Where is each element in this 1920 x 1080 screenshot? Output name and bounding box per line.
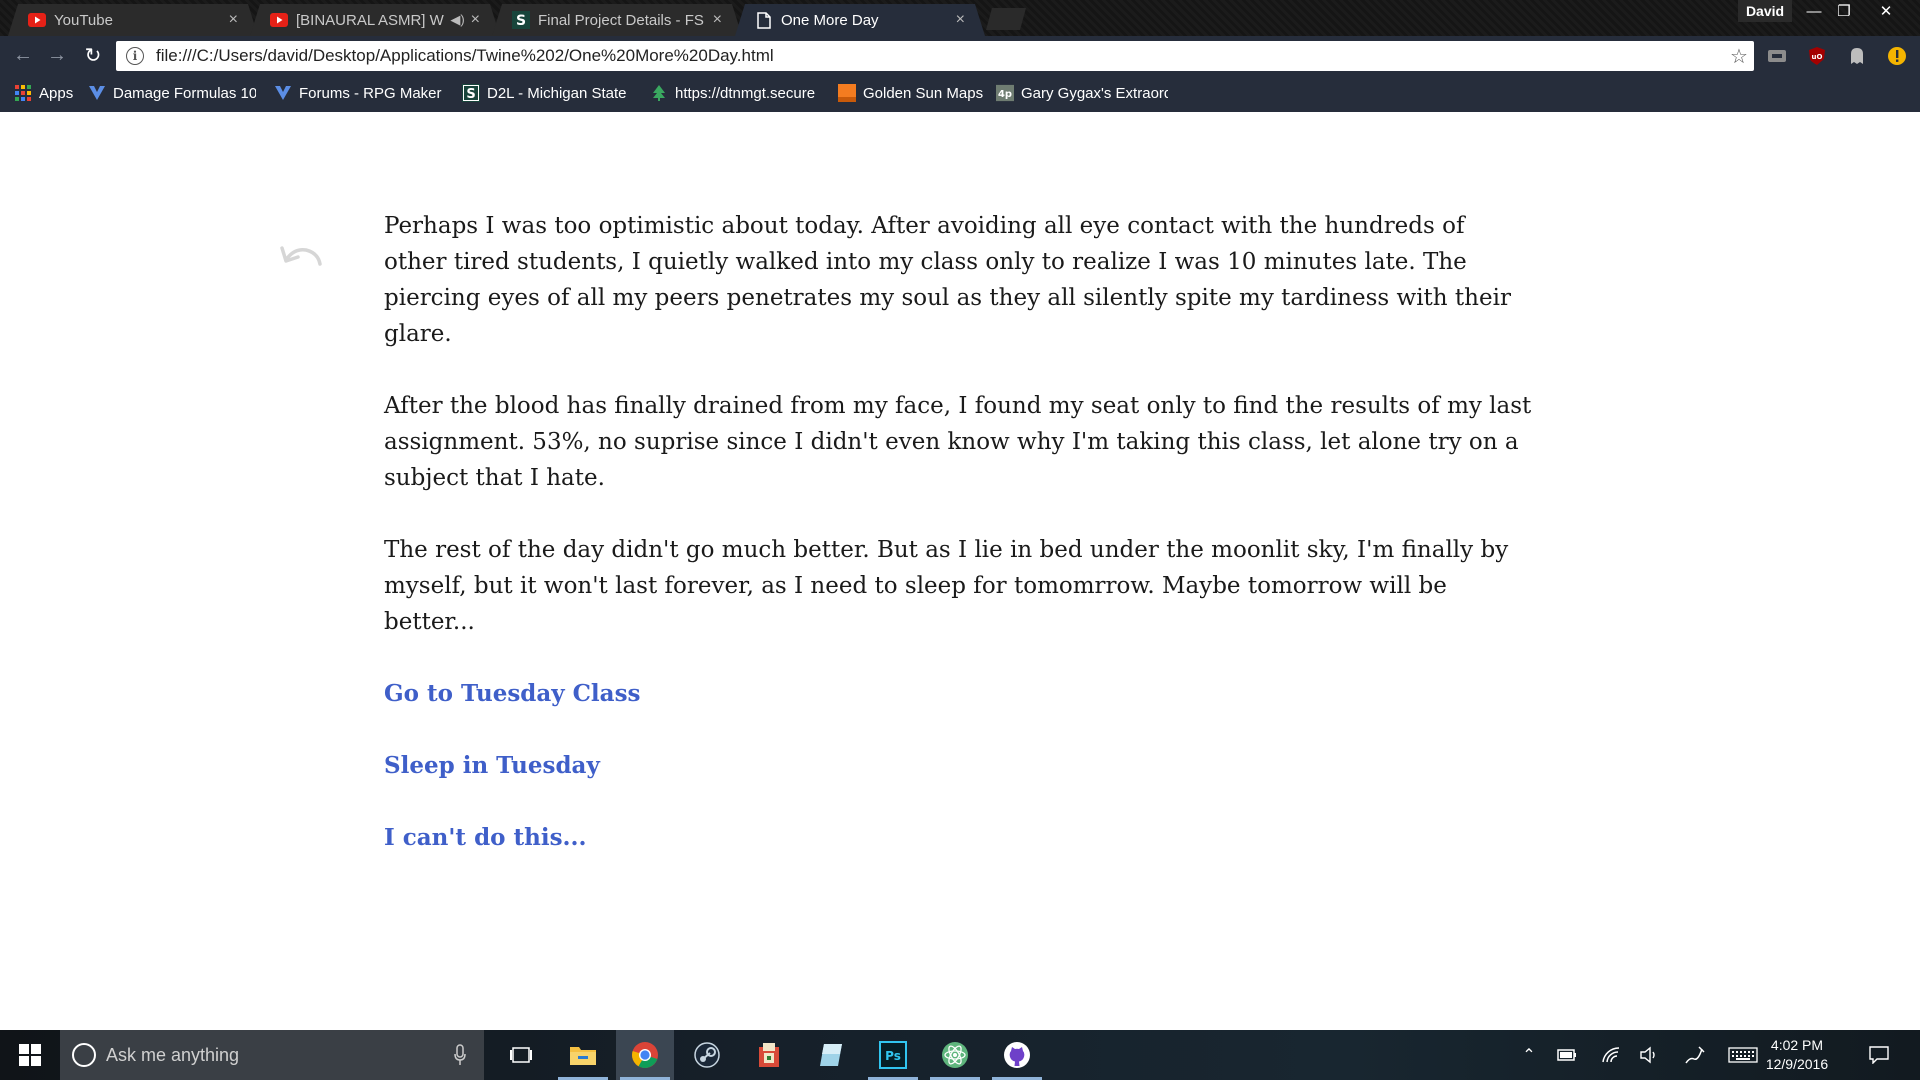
system-clock[interactable]: 4:02 PM 12/9/2016 [1760,1036,1834,1074]
passage-paragraph: After the blood has finally drained from… [384,393,1532,491]
bookmark-label: Forums - RPG Maker [299,84,442,102]
file-explorer-icon[interactable] [554,1030,612,1080]
restore-icon[interactable]: ❐ [1826,0,1862,22]
rpgmaker-icon [88,84,106,102]
volume-icon[interactable] [1638,1045,1660,1065]
bookmark-label: https://dtnmgt.secure [675,84,816,102]
atom-icon[interactable] [926,1030,984,1080]
microphone-icon[interactable] [454,1044,466,1066]
bookmark-gary-gygax[interactable]: 4p Gary Gygax's Extraord [996,74,1168,112]
alert-extension-icon[interactable] [1886,45,1908,67]
cortana-search-box[interactable]: Ask me anything [60,1030,484,1080]
action-center-icon[interactable] [1868,1045,1890,1065]
clock-time: 4:02 PM [1770,1037,1824,1053]
tab-close-icon[interactable]: × [956,11,965,29]
tab-final-project[interactable]: S Final Project Details - FS × [492,4,742,36]
choice-link-go-to-tuesday-class[interactable]: Go to Tuesday Class [384,676,640,712]
bookmark-d2l[interactable]: S D2L - Michigan State [462,74,630,112]
tab-title: One More Day [781,11,879,29]
address-url[interactable]: file:///C:/Users/david/Desktop/Applicati… [156,46,1724,66]
svg-text:S: S [466,87,475,102]
forward-arrow-icon[interactable]: → [44,42,70,68]
choice-link-i-cant-do-this[interactable]: I can't do this... [384,820,587,856]
bookmarks-bar: Apps Damage Formulas 10 Forums - RPG Mak… [0,74,1920,112]
window-close-icon[interactable]: ✕ [1868,0,1904,22]
tab-close-icon[interactable]: × [471,11,480,29]
tab-binaural-asmr[interactable]: [BINAURAL ASMR] W ◀) × [250,4,500,36]
steam-icon[interactable] [678,1030,736,1080]
chevron-up-icon[interactable]: ⌃ [1518,1045,1540,1065]
windows-start-icon[interactable] [0,1030,60,1080]
svg-text:uO: uO [1812,53,1823,61]
profile-button[interactable]: David [1738,0,1792,22]
4p-icon: 4p [996,84,1014,102]
orange-square-icon [838,84,856,102]
tab-strip: YouTube × [BINAURAL ASMR] W ◀) × S Final… [0,0,1920,36]
svg-text:S: S [516,13,526,29]
game-icon[interactable] [740,1030,798,1080]
bookmark-forums-rpg-maker[interactable]: Forums - RPG Maker [274,74,444,112]
browser-toolbar: ← → ↻ i file:///C:/Users/david/Desktop/A… [0,36,1920,74]
d2l-icon: S [512,11,530,29]
tab-close-icon[interactable]: × [713,11,722,29]
bookmark-damage-formulas[interactable]: Damage Formulas 10 [88,74,256,112]
clock-date: 12/9/2016 [1765,1056,1829,1072]
address-bar[interactable]: i file:///C:/Users/david/Desktop/Applica… [116,41,1754,71]
passage-paragraph: The rest of the day didn't go much bette… [384,537,1509,635]
passage-paragraph: Perhaps I was too optimistic about today… [384,213,1511,347]
keyboard-icon[interactable] [1728,1045,1758,1065]
youtube-icon [28,11,46,29]
pen-ink-icon[interactable] [1684,1045,1706,1065]
tab-title: [BINAURAL ASMR] W [296,11,444,29]
bookmark-label: Golden Sun Maps [863,84,984,102]
apps-grid-icon [14,84,32,102]
ghost-extension-icon[interactable] [1846,45,1868,67]
photoshop-icon[interactable]: Ps [864,1030,922,1080]
reload-icon[interactable]: ↻ [80,42,106,68]
bookmark-label: Apps [39,84,74,102]
choice-link-sleep-in-tuesday[interactable]: Sleep in Tuesday [384,748,600,784]
chrome-icon[interactable] [616,1030,674,1080]
bookmark-star-icon[interactable]: ☆ [1724,44,1754,69]
cast-extension-icon[interactable] [1766,45,1788,67]
search-placeholder: Ask me anything [106,1044,240,1065]
bookmark-label: Gary Gygax's Extraord [1021,84,1168,102]
wifi-icon[interactable] [1600,1045,1622,1065]
d2l-icon: S [462,84,480,102]
ublock-origin-icon[interactable]: uO [1806,45,1828,67]
page-icon [755,11,773,29]
bookmark-label: Damage Formulas 10 [113,84,256,102]
notepad-icon[interactable] [802,1030,860,1080]
windows-taskbar: Ask me anything Ps ⌃ 4:02 PM 12/9/2016 [0,1030,1920,1080]
rpgmaker-icon [274,84,292,102]
bookmark-label: D2L - Michigan State [487,84,627,102]
tab-close-icon[interactable]: × [229,11,238,29]
info-icon[interactable]: i [126,47,144,65]
tab-youtube[interactable]: YouTube × [8,4,258,36]
new-tab-button[interactable] [986,8,1026,30]
audio-playing-icon[interactable]: ◀) [450,12,464,28]
photoshop-label: Ps [885,1049,901,1063]
story-passage: Perhaps I was too optimistic about today… [384,208,1534,892]
bookmark-apps[interactable]: Apps [14,74,78,112]
github-icon[interactable] [988,1030,1046,1080]
tab-title: Final Project Details - FS [538,11,704,29]
youtube-icon [270,11,288,29]
battery-icon[interactable] [1556,1045,1578,1065]
back-arrow-icon[interactable]: ← [10,42,36,68]
tree-icon [650,84,668,102]
undo-arrow-icon[interactable] [276,240,324,276]
bookmark-dtnmgt[interactable]: https://dtnmgt.secure [650,74,820,112]
bookmark-golden-sun-maps[interactable]: Golden Sun Maps [838,74,988,112]
svg-text:4p: 4p [998,89,1012,100]
task-view-icon[interactable] [492,1030,550,1080]
tab-title: YouTube [54,11,113,29]
tab-one-more-day[interactable]: One More Day × [735,4,985,36]
cortana-icon [72,1043,96,1067]
